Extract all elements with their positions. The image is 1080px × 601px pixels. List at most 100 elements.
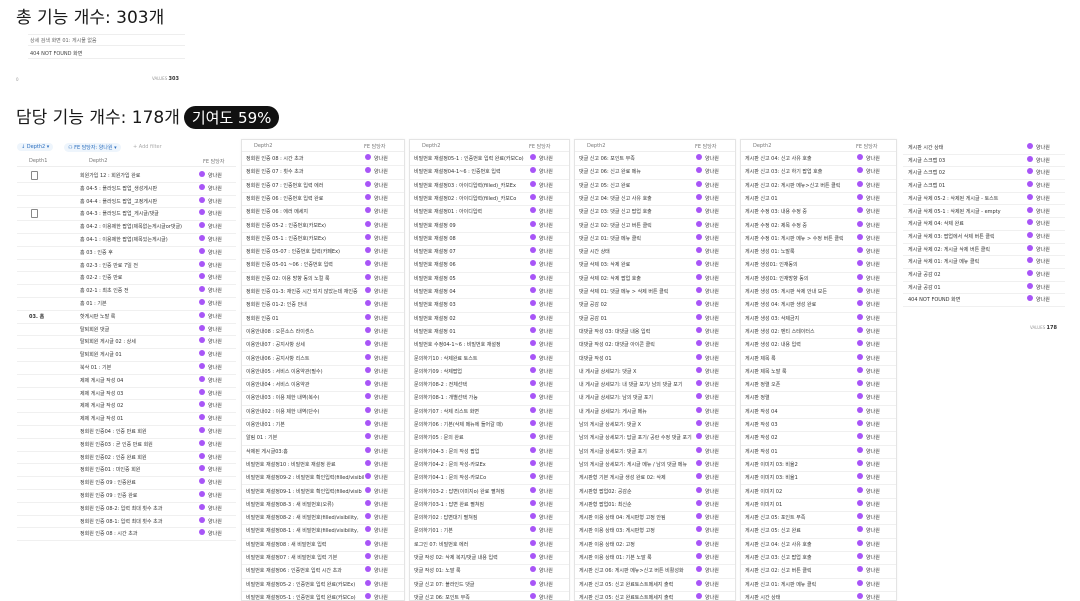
table-row[interactable]: 문의하기01 : 기본 양나원 xyxy=(410,524,569,539)
table-row[interactable]: 문의하기08-2 : 전체선택 양나원 xyxy=(410,378,569,393)
table-row[interactable]: 문의하기08-1 : 개별선택 가능 양나원 xyxy=(410,391,569,406)
table-row[interactable]: 게시판 생성 05: 게시판 삭제 안내 모든 양나원 xyxy=(741,285,896,300)
table-row[interactable]: 비밀번호 수정04-1~6 : 비밀번호 재설정 양나원 xyxy=(410,338,569,353)
table-row[interactable]: 게시판 생성01: 인재방향 동의 양나원 xyxy=(741,272,896,286)
table-row[interactable]: 댓글 작성 02: 삭제 복지/댓글 내용 입력 양나원 xyxy=(410,551,569,566)
table-row[interactable]: 게시글 삭제 04: 삭제 완료 양나원 xyxy=(903,217,1065,231)
table-row[interactable]: 댓글 시간 상태 양나원 xyxy=(575,245,735,260)
table-row[interactable]: 비밀번호 재설정07 : 새 비밀번호 입력 기본 양나원 xyxy=(242,551,404,566)
table-row[interactable]: 게시판 신고 01: 게시판 메뉴 클릭 양나원 xyxy=(741,578,896,592)
table-row[interactable]: 정회원 인증 05-2 : 인증번호(카보Ex) 양나원 xyxy=(242,219,404,233)
table-row[interactable]: 게시판 이용 상태 03: 게시판형 고정 양나원 xyxy=(575,524,735,539)
table-row[interactable]: 게시판형 팝업02: 공감순 양나원 xyxy=(575,485,735,499)
table-row[interactable]: 문의하기09 : 삭제팝업 양나원 xyxy=(410,365,569,380)
table-row[interactable]: 대댓글 작성 03: 대댓글 내용 입력 양나원 xyxy=(575,325,735,340)
table-row[interactable]: 게시판 신고 05: 포인트 부족 양나원 xyxy=(741,511,896,526)
table-row[interactable]: 비밀번호 재설정08-1 : 새 비밀번호(filled/visibility,… xyxy=(242,524,404,539)
table-row[interactable]: 비밀번호 재설정 09 양나원 xyxy=(410,219,569,233)
table-row[interactable]: 홈 01 : 기본 양나원 xyxy=(17,297,236,311)
table-row[interactable]: 비밀번호 재설정 01 양나원 xyxy=(410,325,569,340)
table-row[interactable]: 탈퇴회원 게시글 02 : 상세 양나원 xyxy=(17,335,236,350)
table-row[interactable]: 비밀번호 재설정 07 양나원 xyxy=(410,245,569,260)
table-row[interactable]: 댓글 신고 02: 댓글 신고 버튼 클릭 양나원 xyxy=(575,219,735,233)
table-row[interactable]: 게시판 생성 04: 게시판 생성 완료 양나원 xyxy=(741,298,896,313)
table-row[interactable]: 게시판 생성 03: 삭제금지 양나원 xyxy=(741,312,896,326)
table-row[interactable]: 비밀번호 재설정05-1 : 인증번호 입력 완료(카보Co) 양나원 xyxy=(410,152,569,167)
table-row[interactable]: 게시판 수정 03: 내용 수정 중 양나원 xyxy=(741,205,896,220)
table-row[interactable]: 댓글 신고 05: 신고 완료 양나원 xyxy=(575,179,735,193)
table-row[interactable]: 정회원 인증02 : 인증 완료 회원 양나원 xyxy=(17,451,236,465)
table-row[interactable]: 게시판 정렬 양나원 xyxy=(741,391,896,406)
table-row[interactable]: 비밀번호 재설정 03 양나원 xyxy=(410,298,569,313)
table-row[interactable]: 게시판 작성 03 양나원 xyxy=(741,418,896,433)
table-row[interactable]: 비밀번호 재설정04-1~6 : 인증번호 입력 양나원 xyxy=(410,165,569,180)
table-row[interactable]: 로그인 07: 비밀번호 에러 양나원 xyxy=(410,538,569,552)
table-row[interactable]: 게시판 이미지 03: 비율1 양나원 xyxy=(741,471,896,486)
table-row[interactable]: 게시글 삭제 05-2 : 삭제된 게시글 - 토스트 양나원 xyxy=(903,192,1065,206)
table-row[interactable]: 댓글 신고 06: 포인트 부족 양나원 xyxy=(410,591,569,600)
table-row[interactable]: 비밀번호 재설정09-1 : 비밀번호 확인입력(filled/visib 양나원 xyxy=(242,485,404,499)
table-row[interactable]: 게시판 신고 06: 게시판 메뉴>신고 버튼 비활성화 양나원 xyxy=(575,564,735,579)
table-row[interactable]: 탈퇴회원 댓글 양나원 xyxy=(17,323,236,337)
table-row[interactable]: 게시판 이용 상태 02: 고정 양나원 xyxy=(575,538,735,552)
table-row[interactable]: 게시판 이미지 02 양나원 xyxy=(741,485,896,499)
table-row[interactable]: 내 게시글 상세보기: 내 댓글 포기/ 남의 댓글 포기 양나원 xyxy=(575,378,735,393)
table-row[interactable]: 게시글 삭제 01: 게시글 메뉴 클릭 양나원 xyxy=(903,255,1065,269)
table-row[interactable]: 댓글 공감 02 양나원 xyxy=(575,298,735,313)
table-row[interactable]: 이용안내02 : 이용 제한 내역(단수) 양나원 xyxy=(242,405,404,419)
table-row[interactable]: 제제 게시글 작성 04 양나원 xyxy=(17,374,236,388)
table-row[interactable]: 정회원 인증 02: 이용 방향 동의 노컬 룩 양나원 xyxy=(242,272,404,286)
table-row[interactable]: 홈 02-1 : 최초 인증 전 양나원 xyxy=(17,284,236,298)
table-row[interactable]: 이용안내07 : 공지사항 상세 양나원 xyxy=(242,338,404,353)
table-row[interactable]: 게시판 신고 05: 신고 완료 양나원 xyxy=(741,524,896,539)
table-row[interactable]: 남의 게시글 상세보기: 댓글 포기 양나원 xyxy=(575,445,735,459)
table-row[interactable]: 게시글 공감 02 양나원 xyxy=(903,268,1065,282)
table-row[interactable]: 삭제된 게시글03:홈 양나원 xyxy=(242,445,404,459)
table-row[interactable]: 정회원 인증 05-07 : 인증번호 입력(카페Ex) 양나원 xyxy=(242,245,404,260)
table-row[interactable]: 게시판 정렬 오픈 양나원 xyxy=(741,378,896,393)
table-row[interactable]: 남의 게시글 상세보기: 댓글 X 양나원 xyxy=(575,418,735,433)
table-row[interactable]: 문의하기06 : 기본(삭제 메뉴에 들어갈 때) 양나원 xyxy=(410,418,569,433)
table-row[interactable]: 게시판 작성 01 양나원 xyxy=(741,445,896,459)
table-row[interactable]: 게시판 제목 노말 룩 양나원 xyxy=(741,365,896,380)
add-filter-button[interactable]: + Add filter xyxy=(133,144,162,150)
table-row[interactable]: 정회원 인증 01 양나원 xyxy=(242,312,404,326)
table-row[interactable]: 게시판형 기본 게시글 생성 완료 02: 삭제 양나원 xyxy=(575,471,735,486)
table-row[interactable]: 문의하기02 : 답변대기 펼쳐짐 양나원 xyxy=(410,511,569,526)
table-row[interactable]: 정회원 인증01 : 미인증 회원 양나원 xyxy=(17,463,236,478)
table-row[interactable]: 정회원 인증 01-3: 재인증 시간 되지 않았는데 재인증 양나원 xyxy=(242,285,404,300)
table-row[interactable]: 내 게시글 상세보기: 댓글 X 양나원 xyxy=(575,365,735,380)
table-row[interactable]: 정회원 인증 05-1 : 인증번호(카보Ex) 양나원 xyxy=(242,232,404,247)
table-row[interactable]: 이용안내03 : 이용 제한 내역(복수) 양나원 xyxy=(242,391,404,406)
table-row[interactable]: 내 게시글 상세보기: 게시글 메뉴 양나원 xyxy=(575,405,735,419)
table-row[interactable]: 게시글 삭제 02: 게시글 삭제 버튼 클릭 양나원 xyxy=(903,243,1065,257)
table-row[interactable]: 비밀번호 재설정01 : 아이디입력 양나원 xyxy=(410,205,569,220)
table-row[interactable]: 게시판 신고 04: 신고 사유 호출 양나원 xyxy=(741,538,896,552)
table-row[interactable]: 비밀번호 재설정08 : 새 비밀번호 입력 양나원 xyxy=(242,538,404,552)
table-row[interactable]: 제제 게시글 작성 03 양나원 xyxy=(17,387,236,401)
table-row[interactable]: 게시판 신고 01 양나원 xyxy=(741,192,896,207)
table-row[interactable]: 정회원 인증 07 : 인증번호 입력 에러 양나원 xyxy=(242,179,404,193)
table-row[interactable]: 게시판 신고 05: 신고 완료토스트메세지 출력 양나원 xyxy=(575,578,735,592)
table-row[interactable]: 비밀번호 재설정08-2 : 새 비밀번호(filled/visibility,… xyxy=(242,511,404,526)
table-row[interactable]: 게시판 시간 상태 양나원 xyxy=(903,141,1065,155)
table-row[interactable]: 비밀번호 재설정08-3 : 새 비밀번호(오류) 양나원 xyxy=(242,498,404,513)
table-row[interactable]: 댓글 신고 06: 포인트 부족 양나원 xyxy=(575,152,735,167)
table-row[interactable]: 게시글 삭제 05-1 : 삭제된 게시글 - empty 양나원 xyxy=(903,205,1065,219)
table-row[interactable]: 게시판 신고 02: 게시판 메뉴>신고 버튼 클릭 양나원 xyxy=(741,179,896,193)
table-row[interactable]: 게시판 신고 03: 신고 하기 팝업 호출 양나원 xyxy=(741,165,896,180)
table-row[interactable]: 정회원 인증 08 : 시간 초과 양나원 xyxy=(17,527,236,542)
table-row[interactable]: 비밀번호 재설정 05 양나원 xyxy=(410,272,569,286)
table-row[interactable]: 댓글 신고 01: 댓글 메뉴 클릭 양나원 xyxy=(575,232,735,247)
table-row[interactable]: 03. 홈 핫게시판 노말 룩 양나원 xyxy=(17,310,236,324)
table-row[interactable]: 정회원 인증 08-1: 입력 최대 횟수 초과 양나원 xyxy=(17,515,236,529)
table-row[interactable]: 문의하기05 : 문의 완료 양나원 xyxy=(410,431,569,446)
table-row[interactable]: 탈퇴회원 게시글 01 양나원 xyxy=(17,348,236,362)
table-row[interactable]: 댓글 삭제 01: 댓글 메뉴 > 삭제 버튼 클릭 양나원 xyxy=(575,285,735,300)
table-row[interactable]: 이용안내08 : 오픈소스 라이센스 양나원 xyxy=(242,325,404,340)
table-row[interactable]: 게시판 생성01: 인재동의 양나원 xyxy=(741,258,896,273)
table-row[interactable]: 비밀번호 재설정 08 양나원 xyxy=(410,232,569,247)
table-row[interactable]: 대댓글 작성 02: 대댓글 아이콘 클릭 양나원 xyxy=(575,338,735,353)
table-row[interactable]: 게시판 수정 02: 제목 수정 중 양나원 xyxy=(741,219,896,233)
table-row[interactable]: 이용안내04 : 서비스 이용약관 양나원 xyxy=(242,378,404,393)
